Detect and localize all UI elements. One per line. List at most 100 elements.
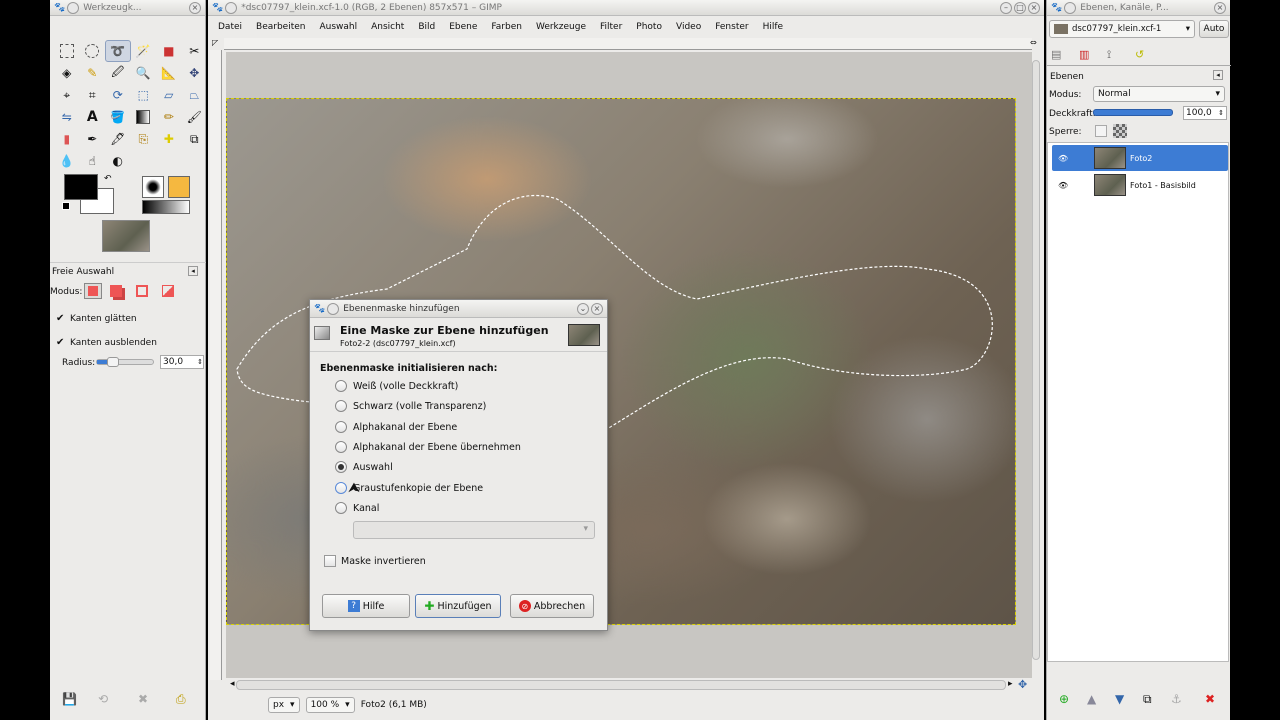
radio-button[interactable]	[335, 400, 347, 412]
raise-layer-icon[interactable]: ▲	[1087, 692, 1096, 706]
rect-select-icon[interactable]	[54, 40, 80, 62]
window-menu-button[interactable]	[225, 1, 238, 14]
close-icon[interactable]: ×	[1028, 1, 1040, 14]
option-alpha-transfer[interactable]: Alphakanal der Ebene übernehmen	[335, 441, 521, 453]
window-menu-button[interactable]	[67, 1, 80, 14]
fuzzy-select-icon[interactable]: 🪄	[131, 40, 157, 62]
option-selection[interactable]: Auswahl	[335, 461, 393, 473]
radio-button[interactable]	[335, 421, 347, 433]
quick-mask-corner-icon[interactable]: ◸	[212, 38, 218, 47]
scroll-right-icon[interactable]: ▸	[1008, 679, 1013, 689]
delete-preset-icon[interactable]: ✖	[138, 692, 148, 706]
antialias-checkbox[interactable]: ✔	[56, 313, 64, 324]
window-menu-button[interactable]	[1064, 1, 1077, 14]
option-alpha[interactable]: Alphakanal der Ebene	[335, 421, 457, 433]
mode-add-icon[interactable]	[110, 285, 122, 297]
lock-pixels-checkbox[interactable]	[1095, 125, 1107, 137]
opacity-spinbox[interactable]: 100,0 ⇕	[1183, 106, 1227, 120]
add-button[interactable]: ✚ Hinzufügen	[415, 594, 501, 618]
layer-mode-select[interactable]: Normal ▾	[1093, 86, 1225, 102]
zoom-icon[interactable]: 🔍	[131, 62, 157, 84]
shear-icon[interactable]: ▱	[156, 84, 182, 106]
vertical-scrollbar[interactable]	[1032, 60, 1040, 660]
vertical-ruler[interactable]	[210, 50, 222, 680]
eraser-icon[interactable]: ▮	[54, 128, 80, 150]
color-picker-icon[interactable]: 🖉	[105, 62, 131, 84]
layer-row-foto1[interactable]: 👁 Foto1 - Basisbild	[1052, 172, 1228, 198]
eye-icon[interactable]: 👁	[1058, 181, 1068, 190]
menu-farben[interactable]: Farben	[491, 22, 522, 32]
radius-slider[interactable]	[96, 357, 154, 367]
anchor-layer-icon[interactable]: ⚓	[1171, 692, 1182, 706]
radio-button[interactable]	[335, 482, 347, 494]
layer-row-foto2[interactable]: 👁 Foto2	[1052, 145, 1228, 171]
opacity-slider[interactable]	[1093, 109, 1173, 116]
zoom-fit-icon[interactable]: ✥	[1018, 678, 1027, 691]
zoom-select[interactable]: 100 % ▾	[305, 697, 355, 713]
gradient-preview[interactable]	[142, 200, 190, 214]
menu-auswahl[interactable]: Auswahl	[319, 22, 357, 32]
scissors-icon[interactable]: ✂	[182, 40, 208, 62]
blend-icon[interactable]	[131, 106, 157, 128]
menu-fenster[interactable]: Fenster	[715, 22, 748, 32]
measure-icon[interactable]: 📐	[156, 62, 182, 84]
flip-icon[interactable]: ⇋	[54, 106, 80, 128]
foreground-color-swatch[interactable]	[64, 174, 98, 200]
paintbrush-icon[interactable]: 🖌	[182, 106, 208, 128]
scale-icon[interactable]: ⬚	[131, 84, 157, 106]
paths-icon[interactable]: ✎	[80, 62, 106, 84]
panel-config-icon[interactable]: ◂	[1213, 70, 1223, 80]
menu-video[interactable]: Video	[676, 22, 701, 32]
cancel-button[interactable]: ⊘ Abbrechen	[510, 594, 594, 618]
scroll-left-icon[interactable]: ◂	[230, 679, 235, 689]
crop-icon[interactable]: ⌗	[80, 84, 106, 106]
menu-ebene[interactable]: Ebene	[449, 22, 477, 32]
restore-preset-icon[interactable]: ⟲	[98, 692, 108, 706]
lock-alpha-icon[interactable]	[1113, 124, 1127, 138]
close-icon[interactable]: ×	[189, 1, 201, 14]
menu-photo[interactable]: Photo	[636, 22, 662, 32]
mode-subtract-icon[interactable]	[136, 285, 148, 297]
horizontal-ruler[interactable]	[224, 38, 1032, 50]
color-select-icon[interactable]: ■	[156, 40, 182, 62]
swap-colors-icon[interactable]: ↶	[104, 174, 112, 184]
tab-layers[interactable]: ▤	[1051, 48, 1075, 64]
align-icon[interactable]: ⌖	[54, 84, 80, 106]
radio-button[interactable]	[335, 461, 347, 473]
pencil-icon[interactable]: ✏	[156, 106, 182, 128]
reset-options-icon[interactable]: ⎙	[176, 692, 186, 707]
pattern-preview[interactable]	[168, 176, 190, 198]
menu-werkzeuge[interactable]: Werkzeuge	[536, 22, 586, 32]
window-menu-button[interactable]	[327, 302, 340, 315]
brush-preview[interactable]	[142, 176, 164, 198]
menu-filter[interactable]: Filter	[600, 22, 622, 32]
menu-datei[interactable]: Datei	[218, 22, 242, 32]
help-button[interactable]: ? Hilfe	[322, 594, 410, 618]
horizontal-scrollbar[interactable]	[236, 680, 1006, 690]
feather-checkbox[interactable]: ✔	[56, 337, 64, 348]
foreground-select-icon[interactable]: ◈	[54, 62, 80, 84]
heal-icon[interactable]: ✚	[156, 128, 182, 150]
tab-channels[interactable]: ▥	[1079, 48, 1103, 64]
maximize-icon[interactable]: □	[1014, 1, 1026, 14]
tab-undo[interactable]: ↺	[1135, 48, 1159, 64]
blur-icon[interactable]: 💧	[54, 150, 80, 172]
free-select-icon[interactable]: ➰	[105, 40, 131, 62]
spin-arrows-icon[interactable]: ⇕	[197, 358, 203, 366]
text-icon[interactable]: A	[80, 106, 106, 128]
mode-replace-icon[interactable]	[84, 283, 102, 299]
option-black[interactable]: Schwarz (volle Transparenz)	[335, 400, 486, 412]
panel-config-icon[interactable]: ◂	[188, 266, 198, 276]
save-tool-preset-icon[interactable]: 💾	[62, 692, 77, 706]
option-white[interactable]: Weiß (volle Deckkraft)	[335, 380, 458, 392]
radius-spinbox[interactable]: 30,0 ⇕	[160, 355, 204, 369]
menu-bild[interactable]: Bild	[418, 22, 435, 32]
active-image-thumbnail[interactable]	[102, 220, 150, 252]
unit-select[interactable]: px ▾	[268, 697, 300, 713]
minimize-icon[interactable]: ⌄	[577, 302, 589, 315]
option-channel[interactable]: Kanal	[335, 502, 379, 514]
navigate-icon[interactable]: ⇔	[1030, 38, 1037, 47]
new-layer-icon[interactable]: ⊕	[1059, 692, 1069, 706]
radio-button[interactable]	[335, 502, 347, 514]
close-icon[interactable]: ×	[1214, 1, 1226, 14]
